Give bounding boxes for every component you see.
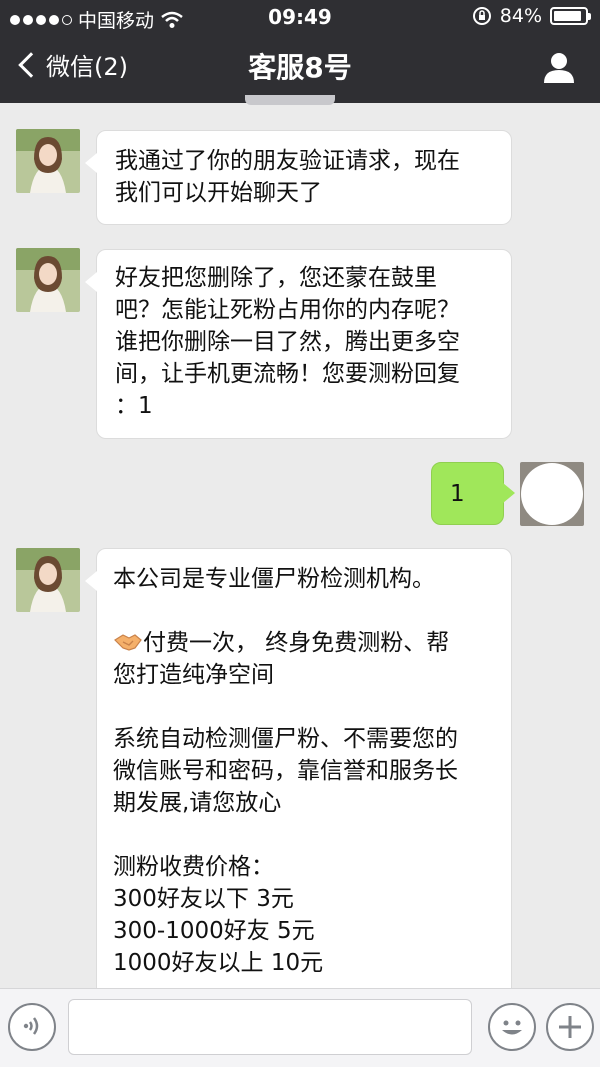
emoji-icon <box>502 1020 522 1035</box>
voice-button[interactable] <box>8 1003 56 1051</box>
plus-icon <box>559 1016 581 1038</box>
message-bubble-received[interactable]: 我通过了你的朋友验证请求，现在 我们可以开始聊天了 <box>85 130 512 225</box>
profile-icon[interactable] <box>542 50 576 84</box>
message-text: 1 <box>450 481 465 507</box>
status-right: 84% <box>472 5 591 27</box>
contact-avatar[interactable] <box>16 548 80 612</box>
emoji-button[interactable] <box>488 1003 536 1051</box>
rotation-lock-icon <box>472 7 491 25</box>
message-text: 系统自动检测僵尸粉、不需要您的 微信账号和密码，靠信誉和服务长 期发展,请您放心 <box>113 726 458 816</box>
user-avatar[interactable] <box>520 462 584 526</box>
message-bubble-received[interactable]: 本公司是专业僵尸粉检测机构。 付费一次， 终身免费测粉、帮 您打造纯净空间 系统… <box>85 548 512 1008</box>
battery-icon <box>550 7 591 25</box>
message-text: 测粉收费价格： 300好友以下 3元 300-1000好友 5元 1000好友以… <box>113 854 324 976</box>
handshake-emoji-icon <box>113 630 143 656</box>
message-bubble-received[interactable]: 好友把您删除了，您还蒙在鼓里 吧？怎能让死粉占用你的内存呢？ 谁把你删除一目了然… <box>85 249 512 439</box>
more-button[interactable] <box>546 1003 594 1051</box>
message-text: 我通过了你的朋友验证请求，现在 我们可以开始聊天了 <box>115 148 460 206</box>
status-bar: 中国移动 09:49 84% <box>0 0 600 34</box>
input-bar <box>0 988 600 1067</box>
message-text: 本公司是专业僵尸粉检测机构。 <box>113 566 435 592</box>
message-text: 付费一次， 终身免费测粉、帮 您打造纯净空间 <box>113 630 450 688</box>
message-text: 好友把您删除了，您还蒙在鼓里 吧？怎能让死粉占用你的内存呢？ 谁把你删除一目了然… <box>115 265 460 419</box>
message-bubble-sent[interactable]: 1 <box>431 462 515 525</box>
contact-avatar[interactable] <box>16 129 80 193</box>
message-input[interactable] <box>68 999 472 1055</box>
battery-percent: 84% <box>499 5 542 27</box>
chat-title: 客服8号 <box>248 51 352 84</box>
header: 中国移动 09:49 84% 微信(2) 客服8号 <box>0 0 600 103</box>
voice-icon <box>23 1017 39 1035</box>
nav-bar: 微信(2) 客服8号 <box>0 34 600 103</box>
pull-tab <box>245 95 335 105</box>
contact-avatar[interactable] <box>16 248 80 312</box>
